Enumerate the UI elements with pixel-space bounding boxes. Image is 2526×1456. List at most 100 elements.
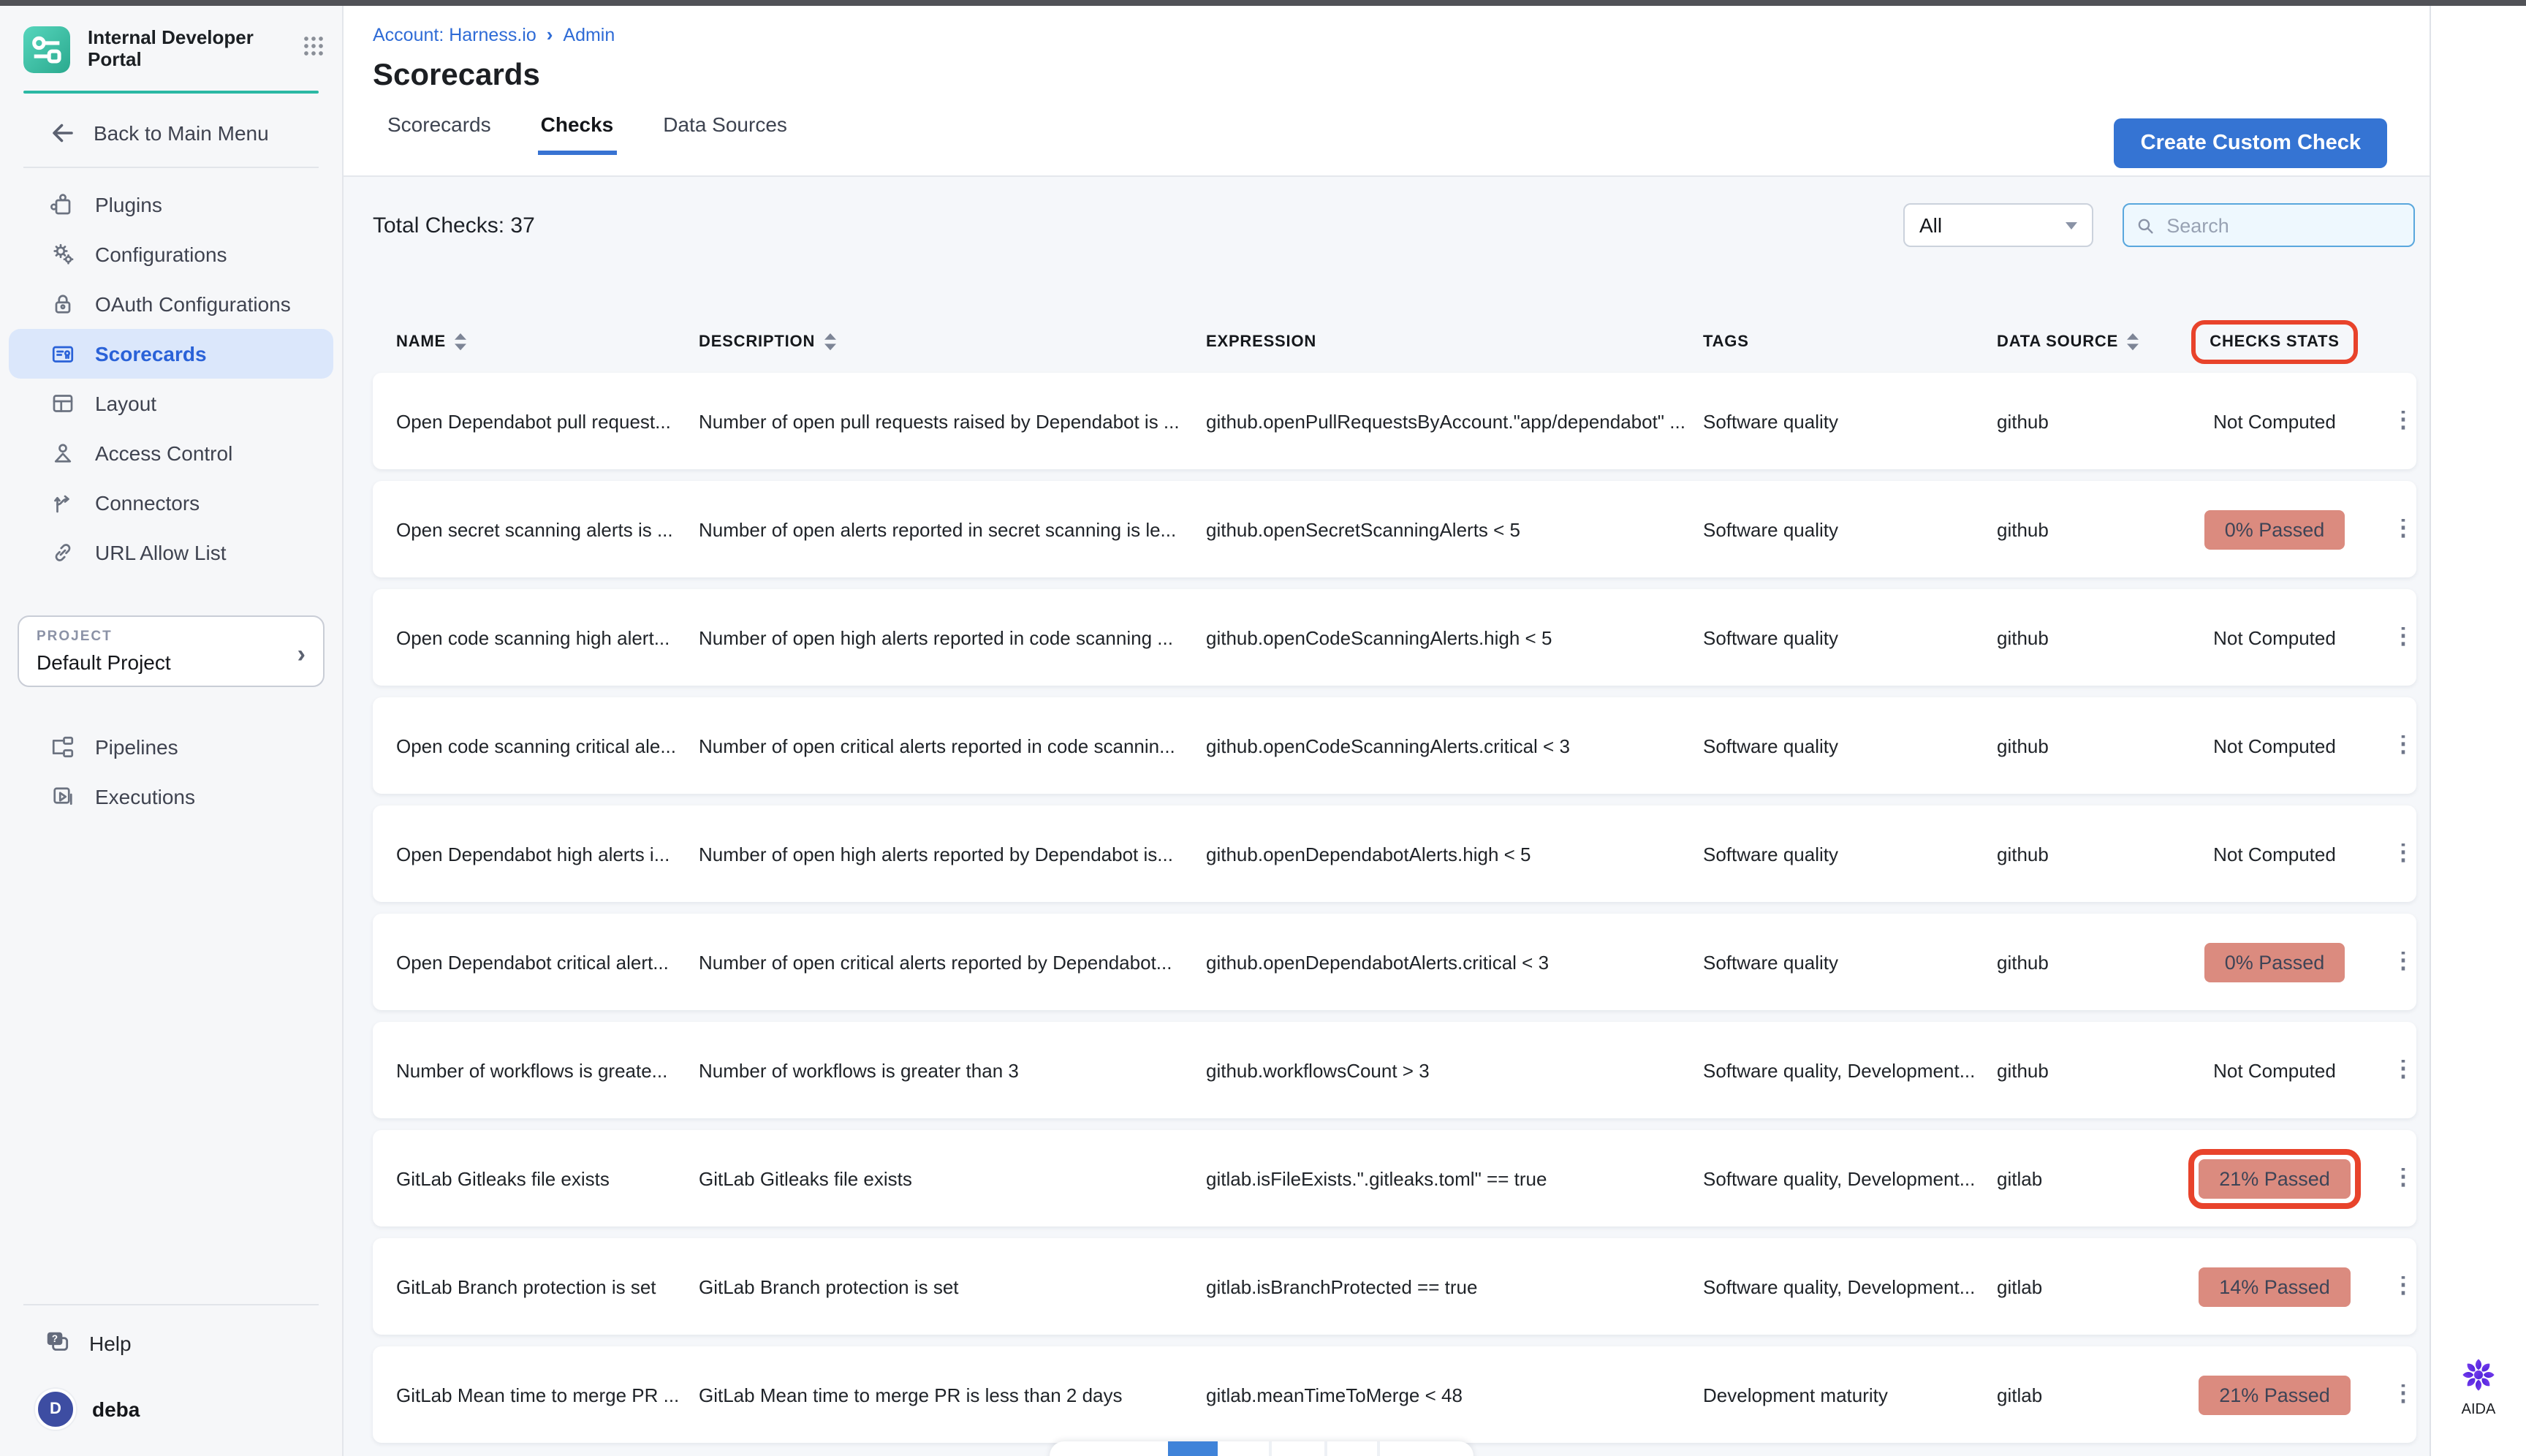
sidebar-item-url-allow-list[interactable]: URL Allow List [9,528,333,577]
main-area: Account: Harness.io › Admin Scorecards S… [344,6,2430,1456]
active-page-button[interactable] [1168,1441,1218,1456]
check-expression: gitlab.meanTimeToMerge < 48 [1206,1384,1703,1406]
table-header-row: NAMEDESCRIPTIONEXPRESSIONTAGSDATA SOURCE… [373,320,2416,364]
sidebar-item-configurations[interactable]: Configurations [9,230,333,279]
check-tags: Software quality [1703,843,1997,865]
page-title: Scorecards [373,58,2430,94]
sort-icon[interactable] [2127,333,2139,351]
tab-data-sources[interactable]: Data Sources [660,110,790,151]
stats-badge: 21% Passed [2199,1375,2351,1414]
check-expression: gitlab.isFileExists.".gitleaks.toml" == … [1206,1167,1703,1189]
access-control-icon [50,440,76,466]
sidebar-item-label: Configurations [95,243,227,266]
aida-assistant-button[interactable]: AIDA [2431,1355,2526,1418]
table-row[interactable]: Number of workflows is greate... Number … [373,1022,2416,1118]
check-stats: Not Computed [2158,1059,2392,1081]
breadcrumb-admin[interactable]: Admin [563,24,615,45]
stats-badge: 0% Passed [2204,509,2345,549]
check-tags: Software quality [1703,518,1997,540]
table-row[interactable]: GitLab Branch protection is set GitLab B… [373,1238,2416,1335]
annotation-highlight: 21% Passed [2188,1148,2361,1208]
check-expression: github.openDependabotAlerts.critical < 3 [1206,951,1703,973]
column-header-description[interactable]: DESCRIPTION [699,333,1206,351]
stats-text: Not Computed [2213,735,2336,757]
check-data-source: github [1997,626,2158,648]
column-label: DESCRIPTION [699,333,815,351]
brand-title: Internal Developer Portal [88,26,297,70]
sidebar-item-label: OAuth Configurations [95,292,291,316]
row-menu-button[interactable]: ⋮ [2392,1384,2416,1405]
sidebar-item-plugins[interactable]: Plugins [9,180,333,230]
row-menu-button[interactable]: ⋮ [2392,952,2416,972]
check-tags: Software quality [1703,410,1997,432]
check-expression: github.openPullRequestsByAccount."app/de… [1206,410,1703,432]
row-menu-button[interactable]: ⋮ [2392,1060,2416,1080]
column-header-checks-stats: CHECKS STATS [2158,320,2392,364]
sort-icon[interactable] [824,333,835,351]
sidebar-item-scorecards[interactable]: Scorecards [9,329,333,379]
search-input[interactable] [2163,213,2402,238]
sidebar-item-oauth-configurations[interactable]: OAuth Configurations [9,279,333,329]
check-tags: Software quality [1703,735,1997,757]
tab-scorecards[interactable]: Scorecards [384,110,494,151]
layout-icon [50,390,76,417]
check-stats: 0% Passed [2158,942,2392,982]
check-name: Open Dependabot high alerts i... [396,843,699,865]
sidebar-item-label: Pipelines [95,735,178,759]
check-data-source: github [1997,518,2158,540]
check-name: GitLab Branch protection is set [396,1275,699,1297]
sidebar-item-access-control[interactable]: Access Control [9,428,333,478]
breadcrumb-account[interactable]: Account: Harness.io [373,24,536,45]
apps-grid-icon[interactable] [303,35,325,57]
table-row[interactable]: Open Dependabot pull request... Number o… [373,373,2416,469]
user-menu[interactable]: D deba [0,1371,342,1441]
executions-icon [50,784,76,810]
sidebar-item-label: Connectors [95,491,200,515]
check-data-source: github [1997,735,2158,757]
row-menu-button[interactable]: ⋮ [2392,411,2416,431]
oauth-icon [50,291,76,317]
sidebar-item-label: Executions [95,785,195,808]
column-header-data-source[interactable]: DATA SOURCE [1997,333,2158,351]
create-custom-check-button[interactable]: Create Custom Check [2115,118,2387,168]
table-row[interactable]: Open secret scanning alerts is ... Numbe… [373,481,2416,577]
row-menu-button[interactable]: ⋮ [2392,519,2416,539]
check-stats: 21% Passed [2158,1148,2392,1208]
project-selector[interactable]: PROJECT Default Project › [18,615,325,687]
table-row[interactable]: Open Dependabot critical alert... Number… [373,914,2416,1010]
column-header-name[interactable]: NAME [396,333,699,351]
row-menu-button[interactable]: ⋮ [2392,1168,2416,1188]
sidebar-item-executions[interactable]: Executions [9,772,333,822]
check-tags: Software quality [1703,951,1997,973]
breadcrumb: Account: Harness.io › Admin [373,23,2430,45]
back-to-main-menu[interactable]: Back to Main Menu [0,94,342,167]
sidebar-item-pipelines[interactable]: Pipelines [9,722,333,772]
row-menu-button[interactable]: ⋮ [2392,627,2416,648]
check-expression: github.openCodeScanningAlerts.critical <… [1206,735,1703,757]
table-body: Open Dependabot pull request... Number o… [373,373,2415,1443]
filter-value: All [1919,213,1942,237]
table-row[interactable]: Open code scanning critical ale... Numbe… [373,697,2416,794]
help-button[interactable]: ? Help [0,1305,342,1371]
row-menu-button[interactable]: ⋮ [2392,843,2416,864]
project-name: Default Project [37,651,306,674]
sort-icon[interactable] [455,333,466,351]
check-name: Number of workflows is greate... [396,1059,699,1081]
sidebar-item-layout[interactable]: Layout [9,379,333,428]
row-menu-button[interactable]: ⋮ [2392,1276,2416,1297]
sidebar-item-connectors[interactable]: Connectors [9,478,333,528]
table-row[interactable]: Open Dependabot high alerts i... Number … [373,805,2416,902]
stats-text: Not Computed [2213,410,2336,432]
table-row[interactable]: GitLab Gitleaks file exists GitLab Gitle… [373,1130,2416,1226]
chevron-right-icon: › [547,23,553,45]
pagination-bar[interactable] [1050,1441,1474,1456]
sidebar-nav: Plugins Configurations OAuth Configuration… [0,168,342,589]
aida-flower-icon [2459,1355,2498,1395]
table-row[interactable]: Open code scanning high alert... Number … [373,589,2416,686]
filter-dropdown[interactable]: All [1903,203,2093,247]
check-expression: github.openSecretScanningAlerts < 5 [1206,518,1703,540]
check-description: Number of open high alerts reported by D… [699,843,1206,865]
tab-checks[interactable]: Checks [538,110,617,155]
row-menu-button[interactable]: ⋮ [2392,735,2416,756]
table-row[interactable]: GitLab Mean time to merge PR ... GitLab … [373,1346,2416,1443]
